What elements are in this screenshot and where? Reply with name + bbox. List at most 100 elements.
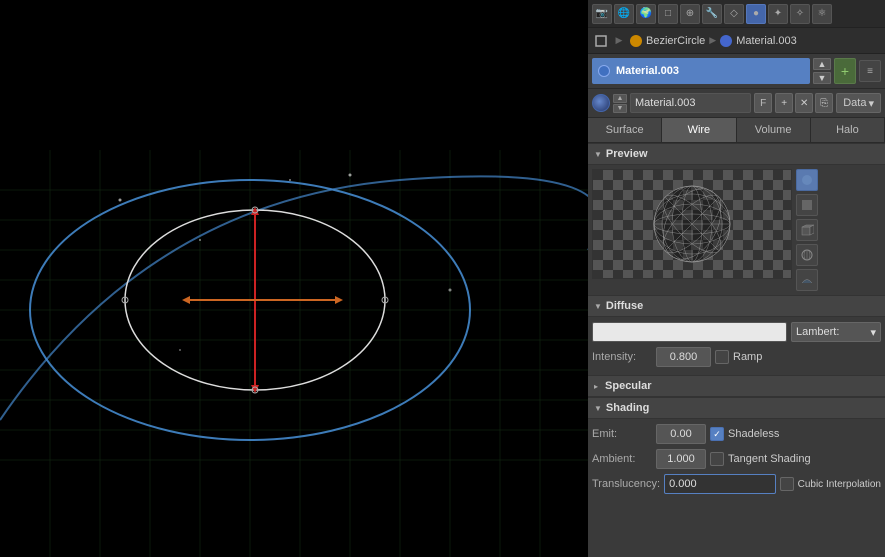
preview-world-btn[interactable] xyxy=(796,244,818,266)
material-list-name: Material.003 xyxy=(616,65,679,77)
translucency-label: Translucency: xyxy=(592,478,660,490)
breadcrumb: ▶ BezierCircle ▶ Material.003 xyxy=(588,28,885,54)
breadcrumb-bezier[interactable]: BezierCircle xyxy=(646,35,705,47)
preview-sky-btn[interactable] xyxy=(796,269,818,291)
object-icon[interactable]: □ xyxy=(658,4,678,24)
preview-section-header[interactable]: ▼ Preview xyxy=(588,143,885,165)
diffuse-section-header[interactable]: ▼ Diffuse xyxy=(588,295,885,317)
diffuse-color-swatch[interactable] xyxy=(592,322,787,342)
material-name-field[interactable]: Material.003 xyxy=(630,93,751,113)
breadcrumb-home-icon xyxy=(594,34,608,48)
surface-label: Surface xyxy=(606,124,644,136)
translucency-field[interactable]: 0.000 xyxy=(664,474,776,494)
cubic-checkbox[interactable] xyxy=(780,477,794,491)
emit-value[interactable]: 0.00 xyxy=(656,424,706,444)
preview-sphere-svg xyxy=(647,179,737,269)
viewport-3d[interactable] xyxy=(0,0,588,557)
data-icon[interactable]: ◇ xyxy=(724,4,744,24)
volume-label: Volume xyxy=(755,124,792,136)
diffuse-color-row: Lambert: ▾ xyxy=(592,321,881,343)
specular-header-label: Specular xyxy=(605,380,651,392)
specular-triangle: ▸ xyxy=(594,382,598,391)
tab-surface[interactable]: Surface xyxy=(588,118,662,142)
plus-icon: + xyxy=(841,63,849,79)
ambient-row: Ambient: 1.000 Tangent Shading xyxy=(592,448,881,470)
emit-label: Emit: xyxy=(592,428,652,440)
ramp-checkbox-wrap: Ramp xyxy=(715,350,762,364)
material-add-button[interactable]: + xyxy=(834,58,856,84)
ramp-checkbox[interactable] xyxy=(715,350,729,364)
physics-icon[interactable]: ⚛ xyxy=(812,4,832,24)
translucency-row: Translucency: 0.000 Cubic Interpolation xyxy=(592,473,881,495)
tangent-label: Tangent Shading xyxy=(728,453,811,465)
preview-sphere-container xyxy=(592,169,792,279)
shading-section-header[interactable]: ▼ Shading xyxy=(588,397,885,419)
diffuse-intensity-row: Intensity: 0.800 Ramp xyxy=(592,346,881,368)
shadeless-wrap: Shadeless xyxy=(710,427,779,441)
material-list-down[interactable]: ▼ xyxy=(813,72,831,84)
tangent-checkbox[interactable] xyxy=(710,452,724,466)
scene-icon[interactable]: 🌐 xyxy=(614,4,634,24)
material-tab-bar: Surface Wire Volume Halo xyxy=(588,118,885,143)
material-icon[interactable]: ● xyxy=(746,4,766,24)
top-toolbar: 📷 🌐 🌍 □ ⊕ 🔧 ◇ ● ✦ ✧ ⚛ xyxy=(588,0,885,28)
mat-add-btn[interactable]: + xyxy=(775,93,793,113)
ambient-value[interactable]: 1.000 xyxy=(656,449,706,469)
material-dot-icon xyxy=(598,65,610,77)
translucency-number: 0.000 xyxy=(669,478,697,490)
mat-x-btn[interactable]: ✕ xyxy=(795,93,813,113)
intensity-label: Intensity: xyxy=(592,351,652,363)
particles-icon[interactable]: ✧ xyxy=(790,4,810,24)
intensity-number: 0.800 xyxy=(670,351,698,363)
shadeless-checkbox[interactable] xyxy=(710,427,724,441)
tab-wire[interactable]: Wire xyxy=(662,118,736,142)
intensity-value[interactable]: 0.800 xyxy=(656,347,711,367)
material-name-text: Material.003 xyxy=(635,97,696,109)
emit-row: Emit: 0.00 Shadeless xyxy=(592,423,881,445)
ambient-number: 1.000 xyxy=(667,453,695,465)
ramp-label: Ramp xyxy=(733,351,762,363)
world-icon[interactable]: 🌍 xyxy=(636,4,656,24)
material-sphere-icon xyxy=(592,94,610,112)
preview-sidebar xyxy=(796,169,818,291)
preview-area xyxy=(588,165,885,295)
data-label: Data xyxy=(843,97,866,109)
texture-icon[interactable]: ✦ xyxy=(768,4,788,24)
tangent-wrap: Tangent Shading xyxy=(710,452,811,466)
preview-sphere-btn[interactable] xyxy=(796,169,818,191)
mat-selector-down[interactable]: ▼ xyxy=(613,104,627,113)
tab-halo[interactable]: Halo xyxy=(811,118,885,142)
data-button[interactable]: Data ▾ xyxy=(836,93,881,113)
tab-volume[interactable]: Volume xyxy=(737,118,811,142)
diffuse-header-label: Diffuse xyxy=(606,300,643,312)
bezier-icon xyxy=(630,35,642,47)
properties-panel: 📷 🌐 🌍 □ ⊕ 🔧 ◇ ● ✦ ✧ ⚛ ▶ BezierCircle ▶ M… xyxy=(588,0,885,557)
material-list-entry[interactable]: Material.003 xyxy=(592,58,810,84)
preview-cube-btn[interactable] xyxy=(796,219,818,241)
diffuse-triangle: ▼ xyxy=(594,302,602,311)
material-breadcrumb-icon xyxy=(720,35,732,47)
modifier-icon[interactable]: 🔧 xyxy=(702,4,722,24)
preview-header-label: Preview xyxy=(606,148,648,160)
shader-dropdown-icon: ▾ xyxy=(870,326,876,339)
shader-label: Lambert: xyxy=(796,326,839,338)
diffuse-shader-dropdown[interactable]: Lambert: ▾ xyxy=(791,322,881,342)
cubic-label: Cubic Interpolation xyxy=(798,479,881,490)
cubic-wrap: Cubic Interpolation xyxy=(780,477,881,491)
wire-label: Wire xyxy=(688,124,711,136)
panel-content[interactable]: ▼ Preview xyxy=(588,143,885,557)
mat-copy-btn[interactable]: ⎘ xyxy=(815,93,833,113)
specular-section-header[interactable]: ▸ Specular xyxy=(588,375,885,397)
material-list-lines: ≡ xyxy=(859,60,881,82)
shading-triangle: ▼ xyxy=(594,404,602,413)
shading-section: Emit: 0.00 Shadeless Ambient: 1.000 xyxy=(588,419,885,502)
preview-plane-btn[interactable] xyxy=(796,194,818,216)
breadcrumb-material[interactable]: Material.003 xyxy=(736,35,797,47)
data-dropdown-icon: ▾ xyxy=(868,97,874,110)
render-icon[interactable]: 📷 xyxy=(592,4,612,24)
mat-selector-up[interactable]: ▲ xyxy=(613,94,627,103)
material-f-badge[interactable]: F xyxy=(754,93,772,113)
halo-label: Halo xyxy=(836,124,859,136)
material-list-up[interactable]: ▲ xyxy=(813,58,831,70)
constraint-icon[interactable]: ⊕ xyxy=(680,4,700,24)
